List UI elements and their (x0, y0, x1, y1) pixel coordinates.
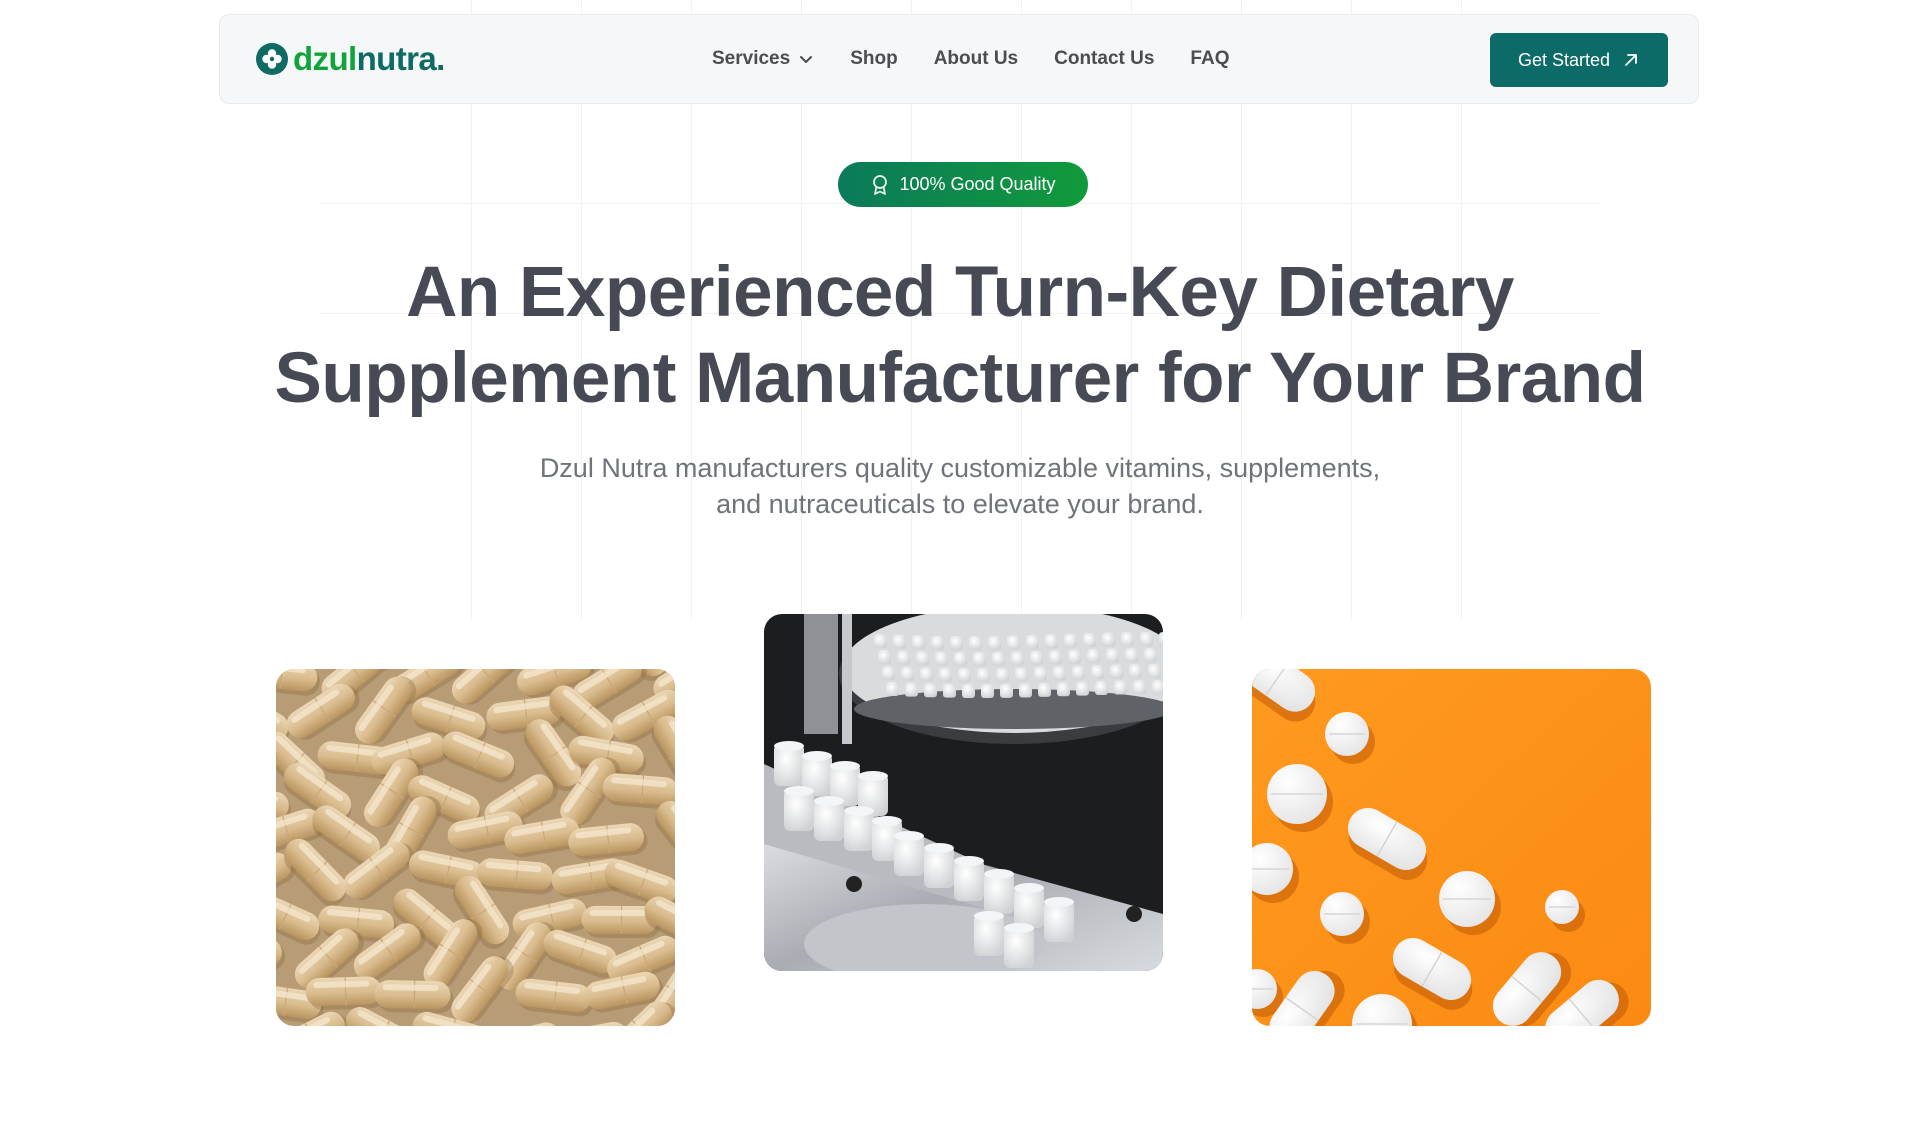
production-line-image (764, 614, 1163, 971)
clover-logo-icon (256, 43, 288, 75)
nav-item-shop[interactable]: Shop (850, 48, 898, 70)
nav-item-label: Contact Us (1054, 48, 1155, 69)
hero-headline: An Experienced Turn-Key Dietary Suppleme… (200, 250, 1720, 422)
award-icon (873, 174, 888, 195)
nav-item-label: Services (712, 48, 791, 69)
chevron-down-icon (800, 56, 813, 63)
headline-line-1: An Experienced Turn-Key Dietary (406, 253, 1514, 332)
subtitle-line-2: and nutraceuticals to elevate your brand… (716, 489, 1204, 519)
quality-badge: 100% Good Quality (838, 162, 1088, 207)
nav-item-contact-us[interactable]: Contact Us (1054, 48, 1154, 70)
headline-line-2: Supplement Manufacturer for Your Brand (274, 339, 1646, 418)
pills-image (1252, 669, 1651, 1026)
brand-logo[interactable]: dzulnutra. (256, 39, 445, 79)
arrow-up-right-icon (1625, 54, 1637, 66)
capsules-image (276, 669, 675, 1026)
nav-item-label: Shop (850, 48, 898, 69)
hero-subtitle: Dzul Nutra manufacturers quality customi… (460, 450, 1460, 522)
get-started-label: Get Started (1517, 49, 1611, 70)
nav-item-about-us[interactable]: About Us (934, 48, 1018, 70)
brand-name: dzulnutra. (293, 40, 445, 77)
main-nav: Services Shop About Us Contact Us FAQ (712, 15, 1265, 103)
subtitle-line-1: Dzul Nutra manufacturers quality customi… (539, 453, 1381, 483)
get-started-button[interactable]: Get Started (1490, 33, 1668, 87)
nav-item-label: FAQ (1190, 48, 1230, 69)
badge-text: 100% Good Quality (899, 174, 1056, 194)
nav-item-faq[interactable]: FAQ (1190, 48, 1229, 70)
navbar: dzulnutra. Services Shop About Us Contac… (219, 14, 1699, 104)
nav-item-label: About Us (933, 48, 1019, 69)
nav-item-services[interactable]: Services (712, 48, 814, 70)
